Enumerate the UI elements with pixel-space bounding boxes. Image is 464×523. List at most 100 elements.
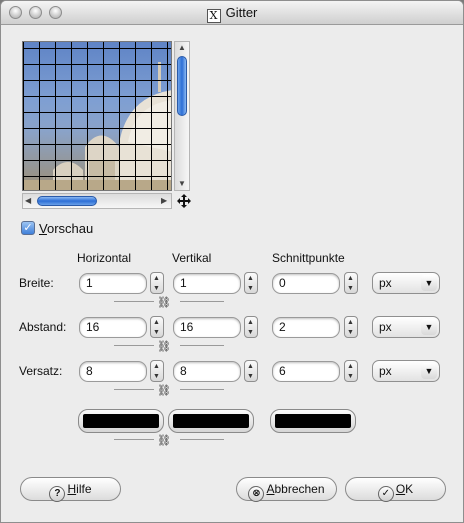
offset-intersection-spinner[interactable]: ▲ ▼ xyxy=(344,360,358,382)
chain-link-icon[interactable]: ⛓ xyxy=(157,386,171,397)
spacing-chain-link[interactable]: ⛓ xyxy=(114,342,224,356)
chain-link-icon[interactable]: ⛓ xyxy=(157,436,171,447)
offset-unit-select[interactable]: px ▼ xyxy=(372,360,440,382)
preview-checkbox-label[interactable]: Vorschau xyxy=(39,221,93,236)
chain-line-left xyxy=(114,301,154,302)
spacing-horizontal-spinner[interactable]: ▲ ▼ xyxy=(150,316,164,338)
intersection-color-button[interactable] xyxy=(270,409,356,433)
row-label-spacing: Abstand: xyxy=(19,320,67,334)
dropdown-arrow-icon[interactable]: ▼ xyxy=(421,319,437,335)
spinner-down-icon[interactable]: ▼ xyxy=(153,373,160,380)
chain-line-right xyxy=(180,439,224,440)
offset-vertical-spinner[interactable]: ▲ ▼ xyxy=(244,360,258,382)
title-bar: X Gitter xyxy=(1,1,463,25)
spacing-intersection-input[interactable]: 2 xyxy=(272,317,340,338)
preview-label-rest: orschau xyxy=(46,221,94,236)
width-vertical-input[interactable]: 1 xyxy=(173,273,241,294)
chain-link-icon[interactable]: ⛓ xyxy=(157,298,171,309)
ok-button[interactable]: ✓ OK xyxy=(345,477,446,502)
offset-horizontal-input[interactable]: 8 xyxy=(79,361,147,382)
spacing-horizontal-input[interactable]: 16 xyxy=(79,317,147,338)
offset-unit-value: px xyxy=(379,364,392,378)
spacing-vertical-input[interactable]: 16 xyxy=(173,317,241,338)
width-horizontal-input[interactable]: 1 xyxy=(79,273,147,294)
width-unit-value: px xyxy=(379,276,392,290)
window-title: Gitter xyxy=(225,5,258,20)
offset-chain-link[interactable]: ⛓ xyxy=(114,386,224,400)
preview-vertical-scrollbar[interactable]: ▲ ▼ xyxy=(174,41,190,191)
spinner-up-icon[interactable]: ▲ xyxy=(247,275,254,282)
spinner-up-icon[interactable]: ▲ xyxy=(153,275,160,282)
x11-app-icon: X xyxy=(206,9,221,23)
vertical-scroll-thumb[interactable] xyxy=(177,56,187,116)
spacing-vertical-spinner[interactable]: ▲ ▼ xyxy=(244,316,258,338)
chain-line-right xyxy=(180,301,224,302)
help-icon: ? xyxy=(49,486,66,502)
spinner-up-icon[interactable]: ▲ xyxy=(347,319,354,326)
width-intersection-spinner[interactable]: ▲ ▼ xyxy=(344,272,358,294)
color-chain-link[interactable]: ⛓ xyxy=(114,436,224,450)
row-label-width: Breite: xyxy=(19,276,54,290)
scroll-left-arrow-icon[interactable]: ◀ xyxy=(25,197,31,205)
width-vertical-spinner[interactable]: ▲ ▼ xyxy=(244,272,258,294)
help-mnemonic: H xyxy=(67,482,77,496)
spinner-up-icon[interactable]: ▲ xyxy=(247,363,254,370)
spinner-up-icon[interactable]: ▲ xyxy=(347,363,354,370)
ok-label-rest: K xyxy=(405,482,414,496)
scroll-right-arrow-icon[interactable]: ▶ xyxy=(161,197,167,205)
ok-mnemonic: O xyxy=(395,482,406,496)
chain-line-left xyxy=(114,439,154,440)
chain-line-left xyxy=(114,389,154,390)
spinner-down-icon[interactable]: ▼ xyxy=(347,285,354,292)
vertical-color-button[interactable] xyxy=(168,409,254,433)
offset-horizontal-spinner[interactable]: ▲ ▼ xyxy=(150,360,164,382)
navigate-move-icon[interactable] xyxy=(176,193,192,209)
dropdown-arrow-icon[interactable]: ▼ xyxy=(421,363,437,379)
spinner-down-icon[interactable]: ▼ xyxy=(153,285,160,292)
spinner-down-icon[interactable]: ▼ xyxy=(347,373,354,380)
spacing-unit-value: px xyxy=(379,320,392,334)
cancel-label-rest: bbrechen xyxy=(274,482,325,496)
column-header-horizontal: Horizontal xyxy=(77,251,132,265)
spacing-intersection-spinner[interactable]: ▲ ▼ xyxy=(344,316,358,338)
spinner-down-icon[interactable]: ▼ xyxy=(347,329,354,336)
width-chain-link[interactable]: ⛓ xyxy=(114,298,224,312)
chain-link-icon[interactable]: ⛓ xyxy=(157,342,171,353)
spinner-up-icon[interactable]: ▲ xyxy=(153,363,160,370)
grid-dialog-window: X Gitter ▲ ▼ ◀ ▶ ✓ Vorschau Horizontal V… xyxy=(0,0,464,523)
spacing-unit-select[interactable]: px ▼ xyxy=(372,316,440,338)
spinner-down-icon[interactable]: ▼ xyxy=(247,285,254,292)
row-label-offset: Versatz: xyxy=(19,364,63,378)
horizontal-color-button[interactable] xyxy=(78,409,164,433)
offset-intersection-input[interactable]: 6 xyxy=(272,361,340,382)
taj-mahal-preview xyxy=(23,42,171,190)
spinner-down-icon[interactable]: ▼ xyxy=(247,373,254,380)
spinner-down-icon[interactable]: ▼ xyxy=(153,329,160,336)
width-intersection-input[interactable]: 0 xyxy=(272,273,340,294)
preview-checkbox[interactable]: ✓ xyxy=(21,221,35,235)
help-button[interactable]: ? Hilfe xyxy=(20,477,121,502)
chain-line-left xyxy=(114,345,154,346)
preview-horizontal-scrollbar[interactable]: ◀ ▶ xyxy=(22,193,172,209)
spinner-up-icon[interactable]: ▲ xyxy=(347,275,354,282)
ok-icon: ✓ xyxy=(377,486,394,502)
spinner-up-icon[interactable]: ▲ xyxy=(153,319,160,326)
width-horizontal-spinner[interactable]: ▲ ▼ xyxy=(150,272,164,294)
horizontal-color-swatch xyxy=(83,414,159,428)
vertical-color-swatch xyxy=(173,414,249,428)
dropdown-arrow-icon[interactable]: ▼ xyxy=(421,275,437,291)
spinner-up-icon[interactable]: ▲ xyxy=(247,319,254,326)
horizontal-scroll-thumb[interactable] xyxy=(37,196,97,206)
column-header-vertical: Vertikal xyxy=(172,251,212,265)
grid-preview-image[interactable] xyxy=(22,41,172,191)
offset-vertical-input[interactable]: 8 xyxy=(173,361,241,382)
preview-label-mnemonic: V xyxy=(39,221,47,236)
width-unit-select[interactable]: px ▼ xyxy=(372,272,440,294)
scroll-down-arrow-icon[interactable]: ▼ xyxy=(178,180,186,188)
window-title-wrap: X Gitter xyxy=(1,5,463,23)
intersection-color-swatch xyxy=(275,414,351,428)
chain-line-right xyxy=(180,389,224,390)
spinner-down-icon[interactable]: ▼ xyxy=(247,329,254,336)
cancel-button[interactable]: ⊗ Abbrechen xyxy=(236,477,337,502)
scroll-up-arrow-icon[interactable]: ▲ xyxy=(178,44,186,52)
